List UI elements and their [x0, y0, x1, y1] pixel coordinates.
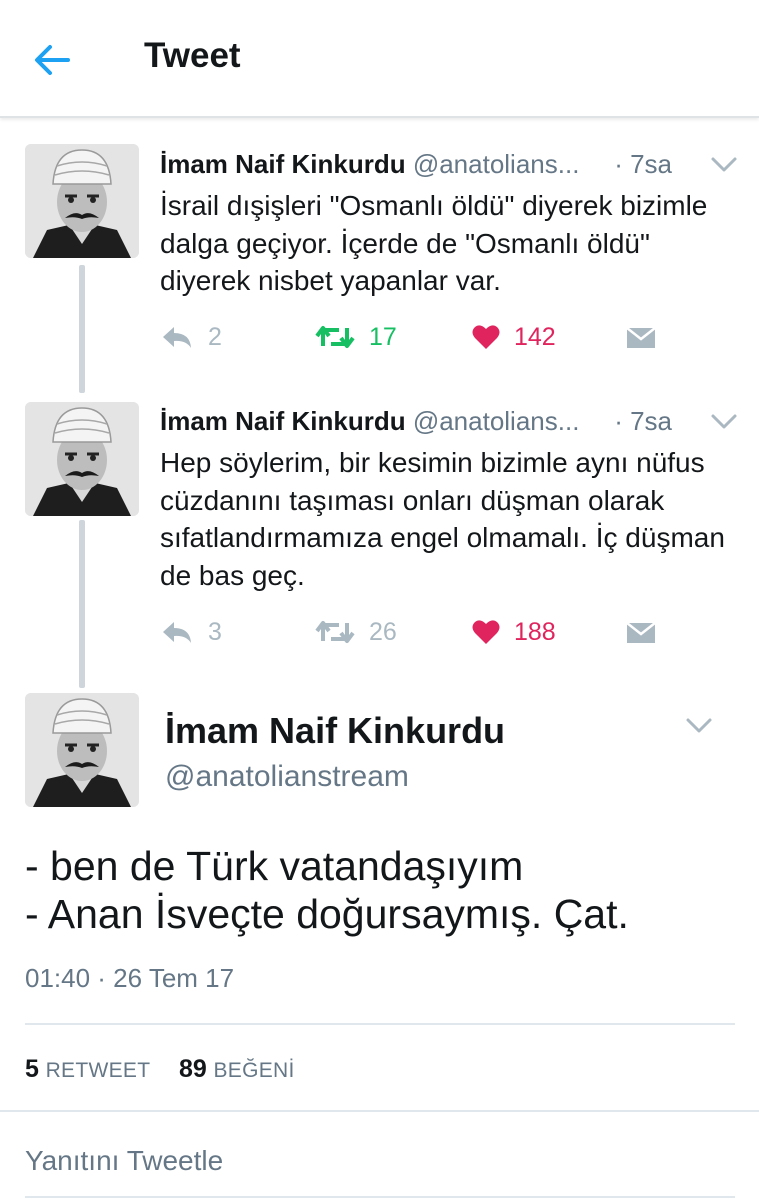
retweet-total: 5 — [25, 1055, 39, 1083]
reply-icon — [163, 327, 191, 349]
tweet-menu-button[interactable] — [710, 155, 738, 175]
author-name[interactable]: İmam Naif Kinkurdu — [160, 406, 406, 436]
tweet-text: İsrail dışişleri "Osmanlı öldü" diyerek … — [160, 190, 708, 296]
like-button[interactable]: 188 — [472, 611, 556, 651]
like-count: 142 — [514, 323, 556, 352]
divider — [25, 1023, 735, 1025]
tweet-header: İmam Naif Kinkurdu @anatolians... · 7sa — [160, 401, 720, 441]
avatar[interactable] — [25, 402, 139, 516]
like-count: 188 — [514, 618, 556, 647]
tweet-menu-button[interactable] — [710, 412, 738, 432]
back-button[interactable] — [30, 38, 74, 82]
reply-button[interactable]: 2 — [160, 316, 222, 356]
page-title: Tweet — [144, 36, 241, 75]
avatar[interactable] — [25, 693, 139, 807]
divider — [0, 1110, 759, 1112]
tweet-timestamp: 01:40 · 26 Tem 17 — [25, 963, 235, 993]
envelope-icon — [626, 327, 656, 349]
reply-button[interactable]: 3 — [160, 611, 222, 651]
reply-count: 2 — [208, 323, 222, 352]
divider — [25, 1196, 735, 1198]
tweet-text-line: - ben de Türk vatandaşıyım — [25, 843, 524, 889]
heart-icon — [472, 620, 500, 645]
retweet-button[interactable]: 17 — [315, 316, 397, 356]
tweet-stats: 5 RETWEET 89 BEĞENİ — [25, 1055, 295, 1084]
chevron-down-icon — [711, 414, 737, 429]
retweet-icon — [315, 621, 355, 644]
message-button[interactable] — [625, 316, 657, 356]
retweet-label: RETWEET — [45, 1059, 151, 1082]
reply-count: 3 — [208, 618, 222, 647]
author-name[interactable]: İmam Naif Kinkurdu — [160, 149, 406, 179]
author-handle[interactable]: @anatolianstream — [165, 760, 409, 794]
reply-input[interactable]: Yanıtını Tweetle — [25, 1145, 223, 1177]
retweet-icon — [315, 326, 355, 349]
chevron-down-icon — [686, 718, 712, 733]
portrait-avatar — [25, 693, 139, 807]
heart-icon — [472, 325, 500, 350]
chevron-down-icon — [711, 157, 737, 172]
tweet-time: · 7sa — [614, 149, 672, 179]
retweet-stat[interactable]: 5 RETWEET — [25, 1055, 151, 1083]
thread-line — [79, 265, 85, 393]
tweet-actions: 3 26 188 — [160, 611, 680, 651]
tweet-time: · 7sa — [614, 406, 672, 436]
author-name[interactable]: İmam Naif Kinkurdu — [165, 710, 505, 752]
avatar[interactable] — [25, 144, 139, 258]
arrow-left-icon — [35, 45, 70, 75]
tweet-text: - ben de Türk vatandaşıyım - Anan İsveçt… — [25, 842, 745, 938]
portrait-avatar — [25, 144, 139, 258]
envelope-icon — [626, 622, 656, 644]
tweet-text: Hep söylerim, bir kesimin bizimle aynı n… — [160, 447, 725, 591]
author-handle[interactable]: @anatolians... — [413, 149, 580, 179]
like-total: 89 — [179, 1055, 207, 1083]
tweet-menu-button[interactable] — [685, 716, 713, 736]
tweet-header: İmam Naif Kinkurdu @anatolians... · 7sa — [160, 144, 720, 184]
author-handle[interactable]: @anatolians... — [413, 406, 580, 436]
like-label: BEĞENİ — [213, 1059, 295, 1082]
like-button[interactable]: 142 — [472, 316, 556, 356]
like-stat[interactable]: 89 BEĞENİ — [179, 1055, 295, 1083]
reply-icon — [163, 622, 191, 644]
retweet-button[interactable]: 26 — [315, 611, 397, 651]
portrait-avatar — [25, 402, 139, 516]
tweet-text-line: - Anan İsveçte doğursaymış. Çat. — [25, 891, 629, 937]
retweet-count: 17 — [369, 323, 397, 352]
message-button[interactable] — [625, 611, 657, 651]
tweet-actions: 2 17 142 — [160, 316, 680, 356]
thread-line — [79, 520, 85, 688]
retweet-count: 26 — [369, 618, 397, 647]
top-bar: Tweet — [0, 0, 759, 118]
